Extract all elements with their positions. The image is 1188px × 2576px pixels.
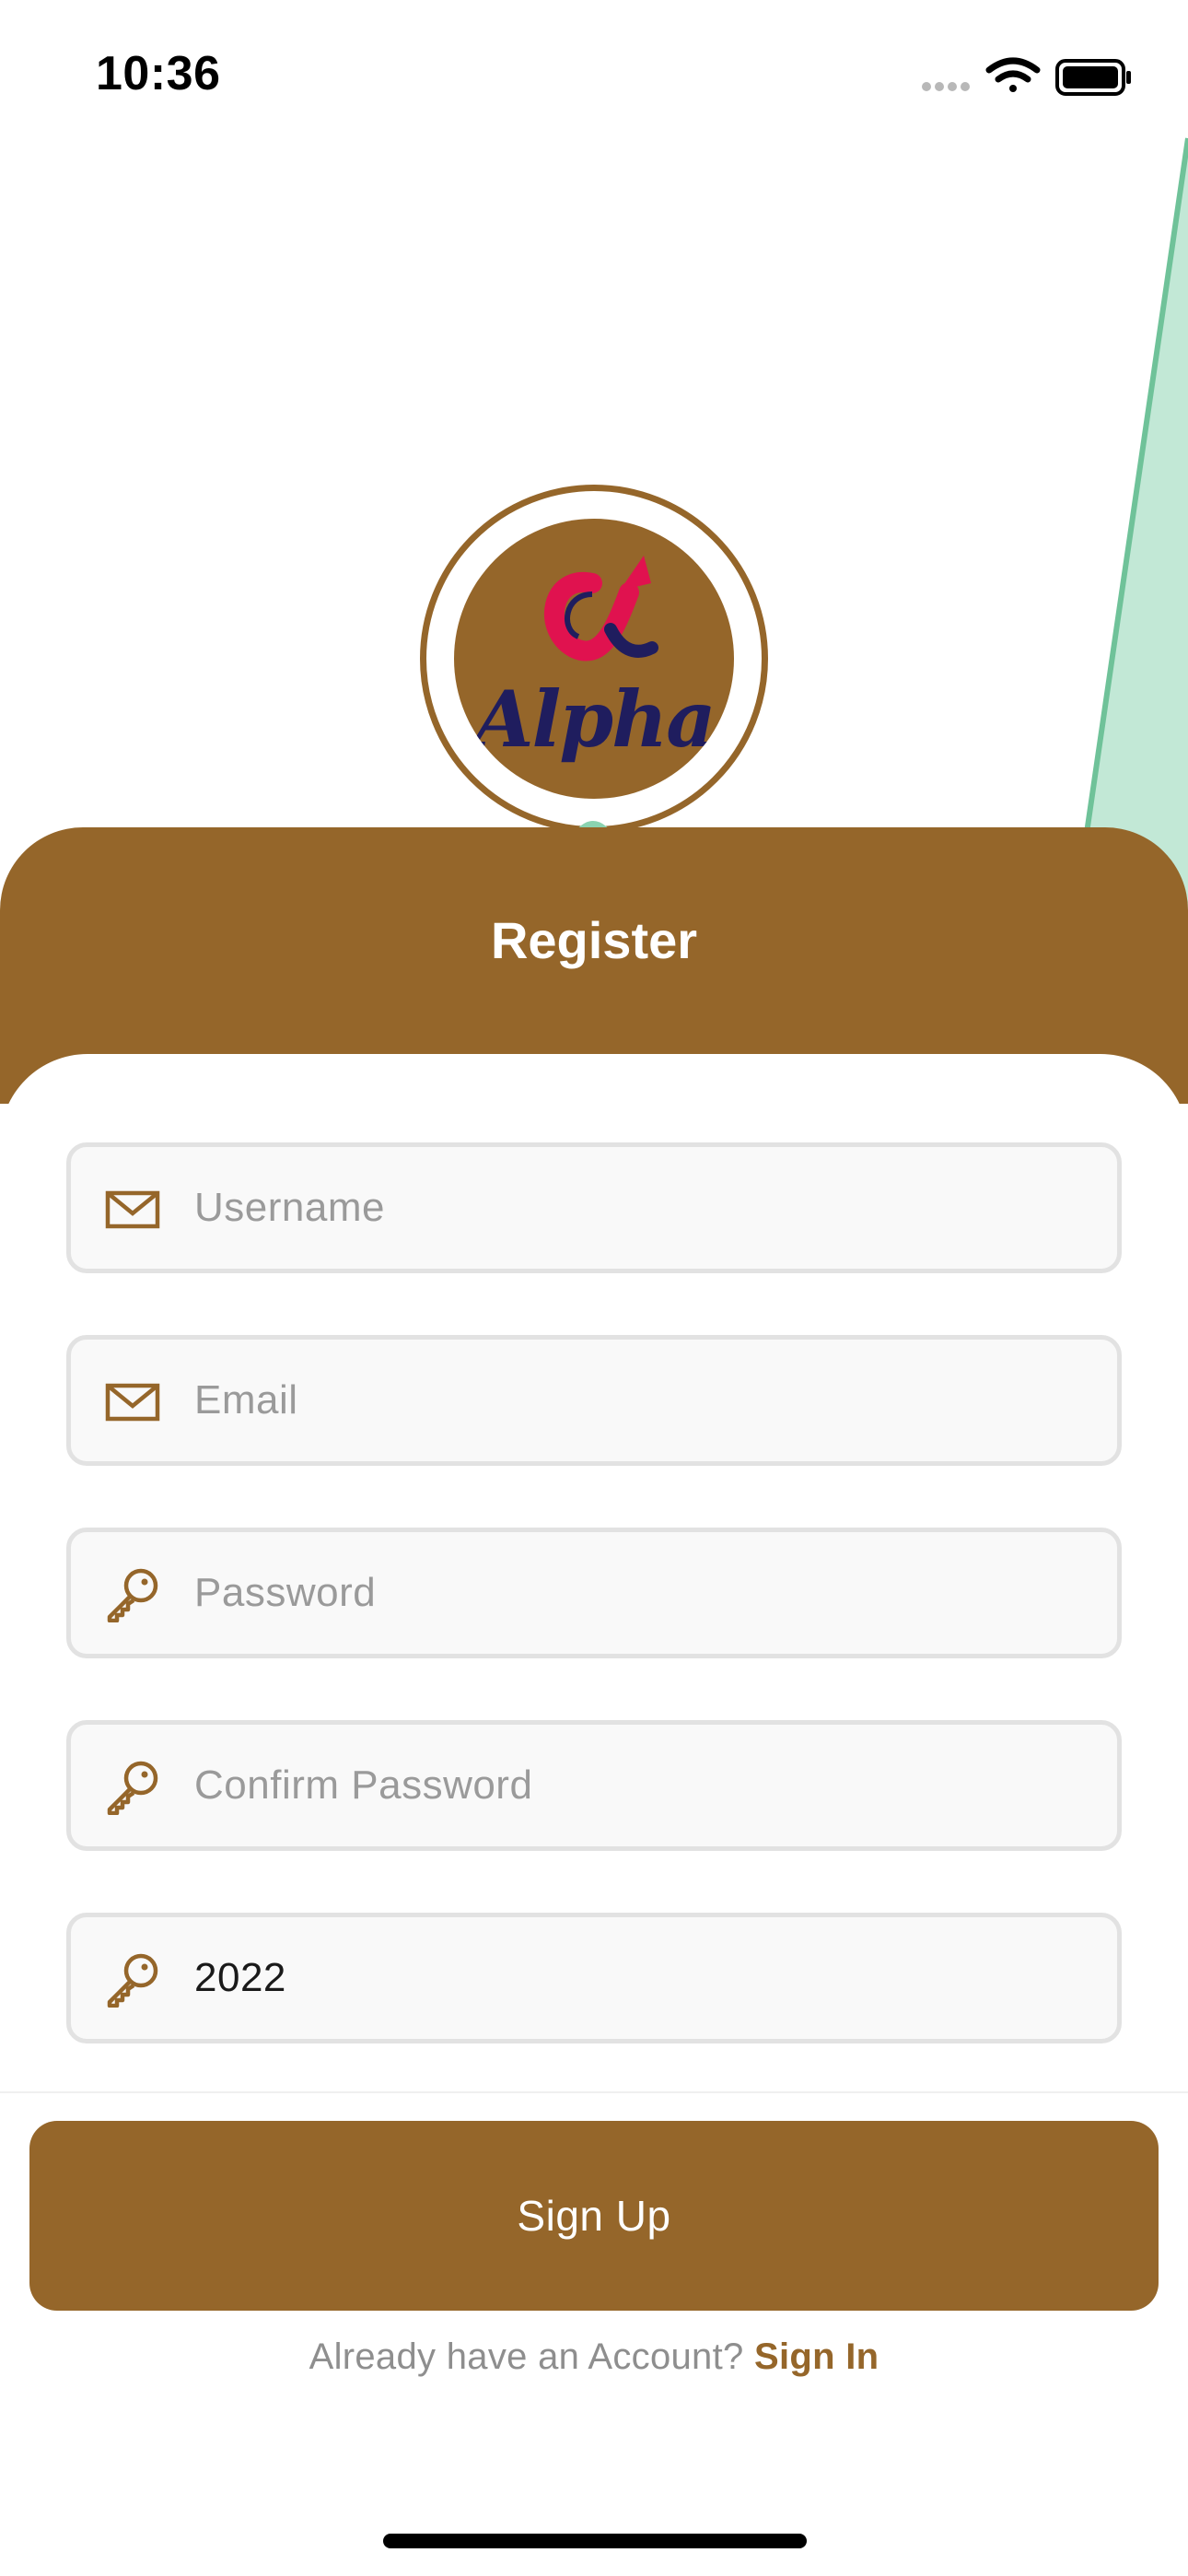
page-title: Register	[490, 911, 698, 969]
status-time: 10:36	[96, 47, 221, 100]
mail-icon	[105, 1383, 160, 1422]
divider	[0, 2091, 1188, 2093]
logo-badge: Alpha	[454, 519, 734, 799]
code-input[interactable]: 2022	[194, 1917, 286, 2039]
username-input[interactable]: Username	[194, 1147, 385, 1269]
sign-in-prompt: Already have an Account? Sign In	[0, 2336, 1188, 2378]
email-field[interactable]: Email	[66, 1335, 1122, 1466]
key-icon	[107, 1568, 158, 1622]
username-field[interactable]: Username	[66, 1142, 1122, 1273]
sign-up-button[interactable]: Sign Up	[29, 2121, 1159, 2311]
status-icons	[922, 57, 1131, 96]
confirm-password-field[interactable]: Confirm Password	[66, 1720, 1122, 1851]
signal-icon	[922, 82, 970, 91]
key-icon	[107, 1953, 158, 2008]
logo: Alpha	[420, 485, 768, 833]
confirm-password-input[interactable]: Confirm Password	[194, 1725, 532, 1846]
password-field[interactable]: Password	[66, 1528, 1122, 1658]
battery-icon	[1055, 59, 1131, 96]
logo-wordmark: Alpha	[473, 673, 716, 765]
password-input[interactable]: Password	[194, 1532, 376, 1654]
wifi-icon	[985, 57, 1041, 92]
mail-icon	[105, 1190, 160, 1229]
key-icon	[107, 1761, 158, 1815]
email-input[interactable]: Email	[194, 1340, 298, 1461]
home-indicator[interactable]	[383, 2534, 807, 2548]
sign-in-prompt-text: Already have an Account?	[309, 2336, 744, 2377]
sign-in-link[interactable]: Sign In	[754, 2336, 879, 2377]
code-field[interactable]: 2022	[66, 1913, 1122, 2043]
status-bar: 10:36	[0, 0, 1188, 147]
